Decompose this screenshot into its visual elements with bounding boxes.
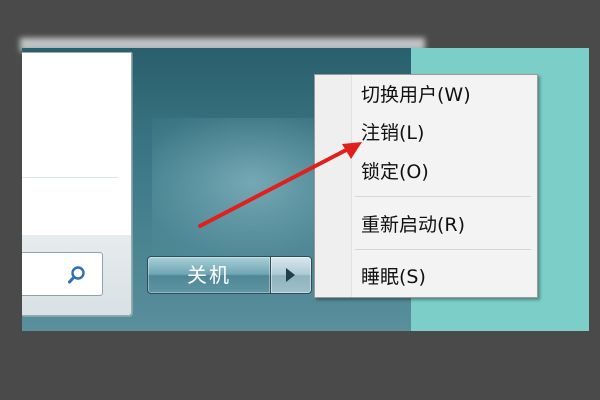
search-input[interactable] (22, 252, 103, 296)
search-icon[interactable] (67, 265, 87, 285)
menu-item-restart[interactable]: 重新启动(R) (361, 211, 465, 239)
menu-separator (355, 196, 531, 197)
panel-divider (22, 177, 118, 178)
menu-item-lock[interactable]: 锁定(O) (361, 158, 429, 186)
menu-item-switch-user[interactable]: 切换用户(W) (361, 81, 471, 109)
shutdown-button[interactable]: 关机 (147, 256, 271, 294)
right-triangle-icon (286, 268, 295, 282)
menu-item-sleep[interactable]: 睡眠(S) (361, 263, 426, 291)
shutdown-options-button[interactable] (270, 256, 312, 294)
menu-icon-gutter (315, 75, 352, 297)
menu-item-log-off[interactable]: 注销(L) (361, 119, 424, 147)
menu-separator (355, 249, 531, 250)
shutdown-options-menu: 切换用户(W) 注销(L) 锁定(O) 重新启动(R) 睡眠(S) (314, 74, 538, 298)
